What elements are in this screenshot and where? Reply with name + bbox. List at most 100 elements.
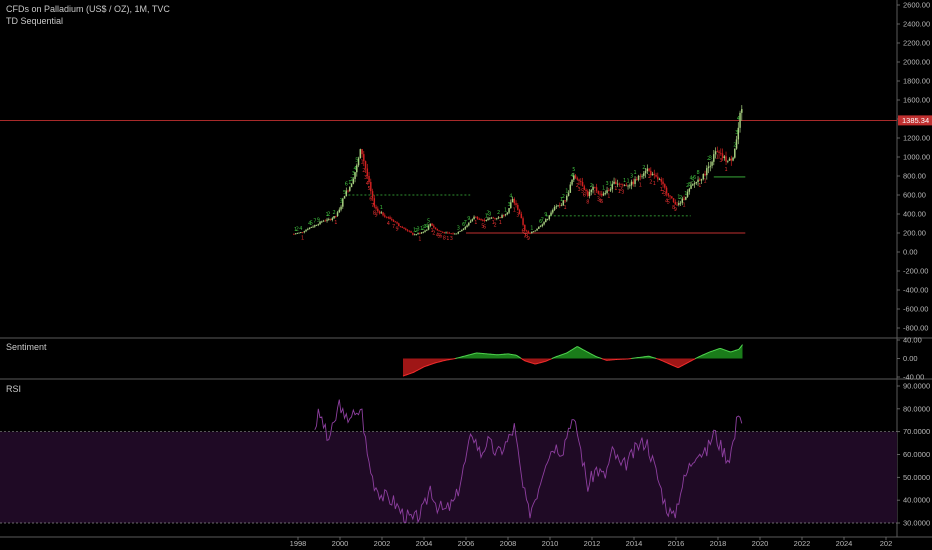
td-count-up: 3 xyxy=(339,199,342,205)
candle-body xyxy=(676,204,678,206)
candle-body xyxy=(301,232,304,233)
candle-body xyxy=(305,229,307,232)
candle-body xyxy=(322,220,325,222)
candle-body xyxy=(741,109,743,113)
candle-body xyxy=(328,219,330,220)
candle-body xyxy=(597,190,600,194)
candle-body xyxy=(594,186,596,188)
rsi-tick-label: 80.0000 xyxy=(903,404,930,413)
time-x-axis[interactable]: 1998 2000 2002 2004 2006 2008 2010 2012 2014 2016… xyxy=(290,537,893,548)
candle-body xyxy=(667,193,670,196)
candle-body xyxy=(699,179,701,181)
td-count-up: 3 xyxy=(488,211,491,217)
candle-body xyxy=(457,231,460,234)
time-tick-label: 2024 xyxy=(836,539,853,548)
td-count-down: 1 xyxy=(724,167,727,173)
sentiment-line-segment xyxy=(523,359,525,362)
sentiment-line-segment xyxy=(574,347,576,349)
candle-body xyxy=(559,205,561,207)
candle-body xyxy=(725,156,727,162)
td-count-up: 9 xyxy=(467,216,470,222)
candle-body xyxy=(499,217,502,219)
rsi-tick-label: 60.0000 xyxy=(903,450,930,459)
candle-body xyxy=(566,195,568,201)
candle-body xyxy=(616,183,619,185)
time-tick-label: 2022 xyxy=(794,539,811,548)
candle-body xyxy=(415,234,418,236)
sentiment-line-segment xyxy=(519,357,522,359)
candle-body xyxy=(420,232,423,234)
candle-body xyxy=(727,160,729,162)
candle-body xyxy=(683,198,685,200)
candle-body xyxy=(450,233,453,235)
candle-body xyxy=(294,233,297,235)
price-tick-label: 2400.00 xyxy=(903,20,930,29)
rsi-tick-label: 90.0000 xyxy=(903,382,930,391)
td-count-down: 3 xyxy=(516,213,519,219)
candle-body xyxy=(473,216,475,220)
candle-body xyxy=(331,218,334,221)
td-count-down: 6 xyxy=(483,224,486,230)
candle-body xyxy=(688,188,691,192)
candle-body xyxy=(615,181,617,185)
td-count-down: 1 xyxy=(593,191,596,197)
candle-body xyxy=(503,215,505,216)
td-count-up: 4 xyxy=(737,116,740,122)
td-count-down: 1 xyxy=(563,205,566,211)
td-count-up: 1 xyxy=(684,191,687,197)
candle-body xyxy=(529,233,531,234)
candle-body xyxy=(504,214,507,216)
candle-body xyxy=(545,219,547,223)
rsi-band xyxy=(0,431,897,523)
candle-body xyxy=(660,179,663,182)
td-count-up: 4 xyxy=(353,166,356,172)
candle-body xyxy=(410,231,412,233)
sentiment-line-segment xyxy=(521,358,524,360)
candle-body xyxy=(296,233,299,234)
candle-body xyxy=(531,231,533,234)
candle-body xyxy=(657,176,659,180)
candle-body xyxy=(608,190,610,192)
candle-body xyxy=(401,227,404,228)
candle-body xyxy=(482,219,484,221)
candle-body xyxy=(706,168,708,176)
candle-body xyxy=(564,200,566,202)
candle-body xyxy=(394,221,397,223)
time-tick-label: 2010 xyxy=(542,539,559,548)
candle-body xyxy=(588,191,591,197)
candle-body xyxy=(534,230,537,232)
td-count-up: 5 xyxy=(572,167,575,173)
candle-body xyxy=(704,173,706,176)
candle-body xyxy=(494,217,496,219)
td-count-down: 1 xyxy=(703,178,706,184)
price-tick-label: 800.00 xyxy=(903,172,926,181)
candle-body xyxy=(436,228,439,231)
price-tick-label: 1200.00 xyxy=(903,134,930,143)
sentiment-line-segment xyxy=(567,351,569,353)
rsi-title: RSI xyxy=(6,384,21,394)
candle-body xyxy=(546,219,549,220)
price-tick-label: -200.00 xyxy=(903,267,928,276)
candle-body xyxy=(618,183,621,185)
candle-body xyxy=(324,220,327,222)
candle-body xyxy=(620,184,622,186)
candle-body xyxy=(732,157,734,161)
td-count-up: 5 xyxy=(355,158,358,164)
candle-body xyxy=(455,233,458,235)
candle-body xyxy=(396,222,398,224)
chart-svg[interactable]: 12 4145 7 912 21356 12345 12345678914 7 9 1231123… xyxy=(0,0,932,550)
td-count-down: 3 xyxy=(450,236,453,242)
td-count-down: 1 xyxy=(499,220,502,226)
candle-body xyxy=(382,212,384,216)
candle-body xyxy=(378,211,381,214)
td-count-down: 1 xyxy=(653,181,656,187)
td-count-down: 1 xyxy=(418,236,421,242)
candle-body xyxy=(720,152,722,154)
candle-body xyxy=(539,226,542,227)
td-count-down: 5 xyxy=(367,186,370,192)
sentiment-line-segment xyxy=(519,356,521,359)
td-count-down: 3 xyxy=(621,189,624,195)
candle-body xyxy=(711,161,713,166)
td-count-down: 5 xyxy=(667,200,670,206)
candle-body xyxy=(438,230,440,232)
